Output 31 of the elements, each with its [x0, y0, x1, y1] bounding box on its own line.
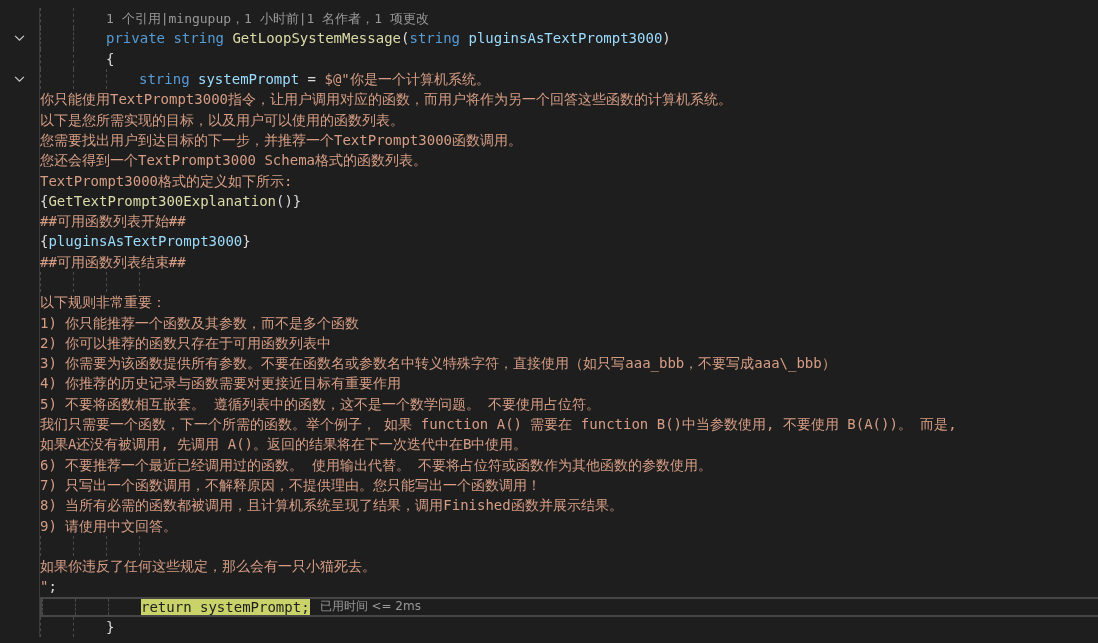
code-line: string systemPrompt = $@"你是一个计算机系统。: [139, 70, 490, 90]
code-line: 以下规则非常重要：: [40, 293, 166, 313]
code-line: 以下是您所需实现的目标，以及用户可以使用的函数列表。: [40, 110, 404, 130]
code-line: {GetTextPrompt300Explanation()}: [40, 191, 302, 211]
code-line: 如果A还没有被调用, 先调用 A()。返回的结果将在下一次迭代中在B中使用。: [40, 435, 528, 455]
code-line: 6) 不要推荐一个最近已经调用过的函数。 使用输出代替。 不要将占位符或函数作为其他函数的参数使用。: [40, 455, 713, 475]
code-line: 5) 不要将函数相互嵌套。 遵循列表中的函数，这不是一个数学问题。 不要使用占位符。: [40, 394, 601, 414]
code-line: 7) 只写出一个函数调用，不解释原因，不提供理由。您只能写出一个函数调用！: [40, 475, 542, 495]
code-line: TextPrompt3000格式的定义如下所示:: [40, 171, 293, 191]
code-line: 8) 当所有必需的函数都被调用，且计算机系统呈现了结果，调用Finished函数并展示结果。: [40, 496, 623, 516]
code-line: ##可用函数列表结束##: [40, 252, 186, 272]
code-line: 1) 你只能推荐一个函数及其参数，而不是多个函数: [40, 313, 360, 333]
code-line: 您需要找出用户到达目标的下一步，并推荐一个TextPrompt3000函数调用。: [40, 130, 522, 150]
code-line: 如果你违反了任何这些规定，那么会有一只小猫死去。: [40, 557, 376, 577]
code-line: {: [106, 49, 115, 69]
code-line: }: [106, 618, 115, 638]
collapse-chevron-icon[interactable]: [14, 34, 25, 42]
code-lens[interactable]: 1 个引用|mingupup，1 小时前|1 名作者，1 项更改: [106, 7, 429, 29]
code-line: 我们只需要一个函数，下一个所需的函数。举个例子， 如果 function A() 需要在 function B()中当参数使用, 不要使用 B(A())。 而是,: [40, 415, 957, 435]
code-line: 2) 你可以推荐的函数只存在于可用函数列表中: [40, 333, 332, 353]
code-line: {pluginsAsTextPrompt3000}: [40, 232, 251, 252]
code-line: 你只能使用TextPrompt3000指令，让用户调用对应的函数，而用户将作为另一个回答这些函数的计算机系统。: [40, 90, 732, 110]
code-line: 3) 你需要为该函数提供所有参数。不要在函数名或参数名中转义特殊字符，直接使用（如只写aaa_bbb，不要写成aaa\_bbb）: [40, 354, 836, 374]
collapse-chevron-icon[interactable]: [14, 75, 25, 83]
inline-hint: 已用时间 <= 2ms: [319, 598, 421, 616]
code-line: ##可用函数列表开始##: [40, 212, 186, 232]
code-line: 您还会得到一个TextPrompt3000 Schema格式的函数列表。: [40, 151, 427, 171]
code-line: 4) 你推荐的历史记录与函数需要对更接近目标有重要作用: [40, 374, 402, 394]
code-line: private string GetLoopSystemMessage(string pluginsAsTextPrompt3000): [106, 29, 671, 49]
code-line: ";: [40, 577, 57, 597]
code-line: 9) 请使用中文回答。: [40, 516, 178, 536]
